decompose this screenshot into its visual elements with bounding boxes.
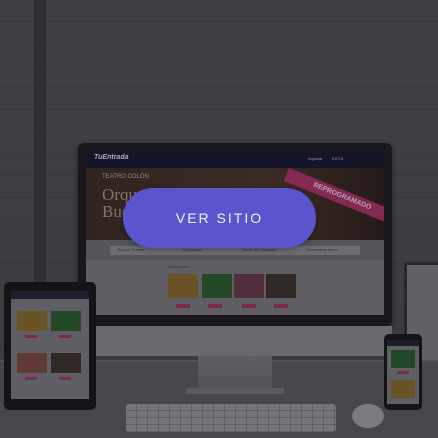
- view-site-button[interactable]: VER SITIO: [123, 188, 316, 248]
